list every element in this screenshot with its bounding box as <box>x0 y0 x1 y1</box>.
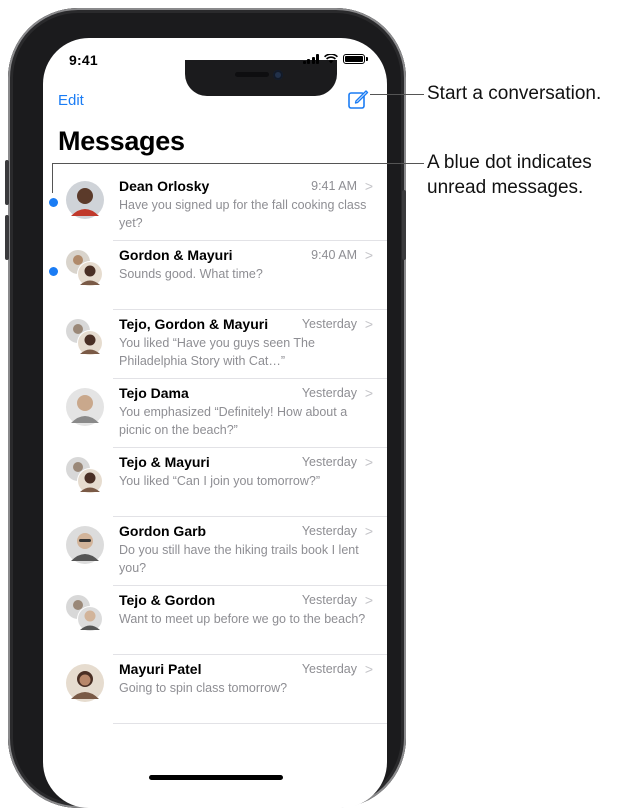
message-preview: You emphasized “Definitely! How about a … <box>119 405 348 437</box>
contact-name: Gordon Garb <box>119 523 207 539</box>
avatar <box>65 525 104 564</box>
conversation-row[interactable]: Tejo & Gordon Yesterday > Want to meet u… <box>43 586 387 655</box>
speaker <box>235 72 269 77</box>
unread-dot <box>49 267 58 276</box>
battery-icon <box>343 54 368 64</box>
chevron-right-icon: > <box>364 661 373 677</box>
unread-callout-line1: A blue dot indicates <box>427 152 592 173</box>
unread-dot <box>49 198 58 207</box>
message-preview: You liked “Have you guys seen The Philad… <box>119 336 315 368</box>
contact-name: Gordon & Mayuri <box>119 247 233 263</box>
chevron-right-icon: > <box>364 316 373 332</box>
status-time: 9:41 <box>69 52 98 68</box>
timestamp: Yesterday <box>301 455 357 469</box>
timestamp: Yesterday <box>301 593 357 607</box>
chevron-right-icon: > <box>364 454 373 470</box>
notch <box>185 60 337 96</box>
chevron-right-icon: > <box>364 178 373 194</box>
contact-name: Dean Orlosky <box>119 178 210 194</box>
compose-callout-line <box>370 94 424 95</box>
contact-name: Tejo Dama <box>119 385 189 401</box>
volume-up-button <box>5 160 9 205</box>
timestamp: 9:41 AM <box>311 179 357 193</box>
page-title: Messages <box>58 126 185 156</box>
timestamp: Yesterday <box>301 662 357 676</box>
group-avatar <box>65 456 103 494</box>
volume-down-button <box>5 215 9 260</box>
contact-name: Tejo & Mayuri <box>119 454 210 470</box>
message-preview: Do you still have the hiking trails book… <box>119 543 359 575</box>
timestamp: Yesterday <box>301 317 357 331</box>
unread-callout-line <box>52 163 424 164</box>
message-preview: Want to meet up before we go to the beac… <box>119 612 366 626</box>
cellular-signal-icon <box>302 54 319 64</box>
status-icons <box>302 54 368 64</box>
chevron-right-icon: > <box>364 523 373 539</box>
home-indicator[interactable] <box>149 775 283 780</box>
contact-name: Tejo, Gordon & Mayuri <box>119 316 269 332</box>
message-preview: You liked “Can I join you tomorrow?” <box>119 474 321 488</box>
avatar <box>65 387 104 426</box>
conversation-row[interactable]: Tejo & Mayuri Yesterday > You liked “Can… <box>43 448 387 517</box>
message-preview: Going to spin class tomorrow? <box>119 681 288 695</box>
phone-frame: 9:41 Edit Messages Dean Orlosky 9:41 AM … <box>8 8 406 808</box>
chevron-right-icon: > <box>364 592 373 608</box>
contact-name: Mayuri Patel <box>119 661 202 677</box>
conversation-row[interactable]: Tejo, Gordon & Mayuri Yesterday > You li… <box>43 310 387 379</box>
chevron-right-icon: > <box>364 385 373 401</box>
timestamp: Yesterday <box>301 524 357 538</box>
timestamp: Yesterday <box>301 386 357 400</box>
screen: 9:41 Edit Messages Dean Orlosky 9:41 AM … <box>43 38 387 808</box>
conversation-row[interactable]: Tejo Dama Yesterday > You emphasized “De… <box>43 379 387 448</box>
unread-callout-line2: unread messages. <box>427 177 584 198</box>
wifi-icon <box>324 54 338 64</box>
group-avatar <box>65 318 103 356</box>
avatar <box>65 180 104 219</box>
conversation-row[interactable]: Gordon Garb Yesterday > Do you still hav… <box>43 517 387 586</box>
contact-name: Tejo & Gordon <box>119 592 216 608</box>
unread-callout-connector <box>52 163 53 193</box>
avatar <box>65 663 104 702</box>
side-button <box>402 190 406 260</box>
conversation-list: Dean Orlosky 9:41 AM > Have you signed u… <box>43 172 387 724</box>
edit-button[interactable]: Edit <box>58 92 84 109</box>
group-avatar <box>65 249 103 287</box>
divider <box>113 723 387 724</box>
conversation-row[interactable]: Mayuri Patel Yesterday > Going to spin c… <box>43 655 387 724</box>
chevron-right-icon: > <box>364 247 373 263</box>
message-preview: Have you signed up for the fall cooking … <box>119 198 367 230</box>
front-camera <box>273 70 283 80</box>
compose-callout: Start a conversation. <box>427 83 602 104</box>
timestamp: 9:40 AM <box>311 248 357 262</box>
group-avatar <box>65 594 103 632</box>
message-preview: Sounds good. What time? <box>119 267 263 281</box>
conversation-row[interactable]: Gordon & Mayuri 9:40 AM > Sounds good. W… <box>43 241 387 310</box>
compose-icon[interactable] <box>347 88 369 110</box>
conversation-row[interactable]: Dean Orlosky 9:41 AM > Have you signed u… <box>43 172 387 241</box>
